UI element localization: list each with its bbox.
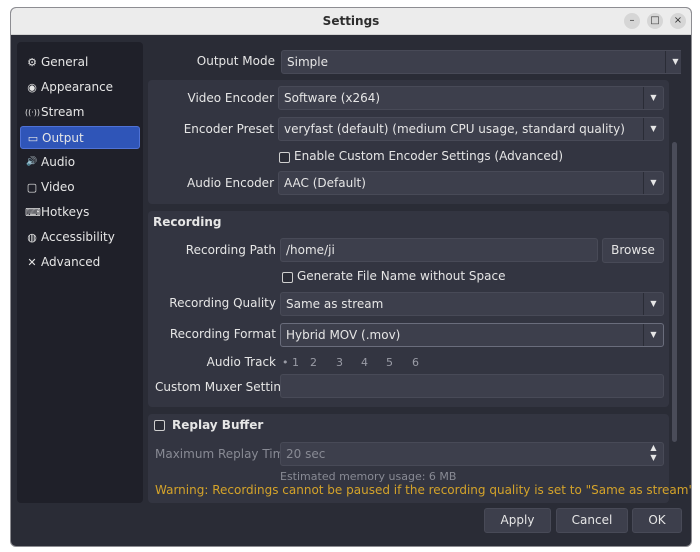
recording-path-value: /home/ji — [286, 243, 335, 257]
output-mode-select[interactable]: Simple ▼ — [281, 50, 681, 74]
generate-filename-checkbox[interactable] — [282, 272, 293, 283]
content-scrollbar[interactable] — [672, 142, 677, 442]
encoder-preset-value: veryfast (default) (medium CPU usage, st… — [284, 122, 625, 136]
encoder-preset-select[interactable]: veryfast (default) (medium CPU usage, st… — [278, 117, 664, 141]
recording-quality-select[interactable]: Same as stream ▼ — [280, 292, 664, 316]
video-encoder-value: Software (x264) — [284, 91, 381, 105]
recording-format-label: Recording Format — [169, 327, 276, 341]
audio-track-5[interactable]: 5 — [386, 355, 393, 371]
max-replay-time-spinbox[interactable]: 20 sec ▲ ▼ — [280, 442, 664, 466]
stream-icon: ((·)) — [25, 108, 41, 117]
recording-format-value: Hybrid MOV (.mov) — [286, 328, 401, 342]
audio-track-4[interactable]: 4 — [361, 355, 368, 371]
maximize-icon[interactable]: □ — [647, 13, 663, 29]
sidebar-item-label: Hotkeys — [41, 205, 90, 219]
audio-encoder-select[interactable]: AAC (Default) ▼ — [278, 171, 664, 195]
chevron-down-icon: ▼ — [665, 51, 681, 73]
audio-track-1[interactable]: • 1 — [282, 355, 299, 371]
estimated-memory-text: Estimated memory usage: 6 MB — [280, 470, 457, 483]
sidebar-item-label: Appearance — [41, 80, 114, 94]
recording-format-select[interactable]: Hybrid MOV (.mov) ▼ — [280, 323, 664, 347]
replay-buffer-checkbox[interactable] — [154, 420, 165, 431]
streaming-panel: Video Encoder Software (x264) ▼ Encoder … — [148, 80, 669, 204]
output-settings-content: Output Mode Simple ▼ Video Encoder Softw… — [148, 42, 681, 503]
audio-track-label-5: 5 — [386, 356, 393, 369]
audio-track-label-2: 2 — [310, 356, 317, 369]
keyboard-icon: ⌨ — [25, 206, 41, 219]
recording-panel: Recording Recording Path /home/ji Browse… — [148, 211, 669, 407]
encoder-preset-label: Encoder Preset — [183, 122, 274, 136]
monitor-icon: ▢ — [26, 181, 38, 194]
audio-track-label-3: 3 — [336, 356, 343, 369]
audio-track-group: • 1 2 3 4 5 6 — [282, 355, 442, 371]
accessibility-icon: ◍ — [27, 231, 37, 244]
sidebar-item-appearance[interactable]: ◉ Appearance — [20, 76, 140, 99]
custom-muxer-input[interactable] — [280, 374, 664, 398]
sidebar-item-audio[interactable]: 🔊 Audio — [20, 151, 140, 174]
custom-encoder-checkbox[interactable] — [279, 152, 290, 163]
audio-track-label: Audio Track — [206, 355, 276, 369]
ok-button[interactable]: OK — [632, 508, 682, 533]
chevron-down-icon: ▼ — [643, 87, 663, 109]
tools-icon: ✕ — [27, 256, 37, 269]
output-mode-label: Output Mode — [196, 54, 275, 68]
chevron-down-icon: ▼ — [643, 293, 663, 315]
output-mode-value: Simple — [287, 55, 328, 69]
sidebar-item-label: Output — [42, 131, 84, 145]
sidebar-item-accessibility[interactable]: ◍ Accessibility — [20, 226, 140, 249]
sidebar-item-label: Stream — [41, 105, 85, 119]
audio-track-3[interactable]: 3 — [336, 355, 343, 371]
close-icon[interactable]: × — [670, 13, 686, 29]
browse-button[interactable]: Browse — [602, 238, 664, 263]
audio-encoder-value: AAC (Default) — [284, 176, 366, 190]
recording-quality-value: Same as stream — [286, 297, 384, 311]
custom-muxer-label: Custom Muxer Settings — [155, 380, 295, 394]
appearance-icon: ◉ — [27, 81, 37, 94]
generate-filename-label: Generate File Name without Space — [297, 269, 506, 283]
warning-text: Warning: Recordings cannot be paused if … — [155, 483, 692, 497]
settings-sidebar: ⚙ General ◉ Appearance ((·)) Stream ▭ Ou… — [17, 42, 143, 503]
audio-encoder-label: Audio Encoder — [187, 176, 274, 190]
chevron-down-icon: ▼ — [643, 172, 663, 194]
output-icon: ▭ — [27, 132, 39, 145]
sidebar-item-label: Advanced — [41, 255, 101, 269]
sidebar-item-hotkeys[interactable]: ⌨ Hotkeys — [20, 201, 140, 224]
audio-track-6[interactable]: 6 — [412, 355, 419, 371]
video-encoder-select[interactable]: Software (x264) ▼ — [278, 86, 664, 110]
sidebar-item-video[interactable]: ▢ Video — [20, 176, 140, 199]
minimize-icon[interactable]: – — [624, 13, 640, 29]
max-replay-time-label: Maximum Replay Time — [155, 447, 292, 461]
window-title: Settings — [322, 14, 380, 28]
sidebar-item-general[interactable]: ⚙ General — [20, 51, 140, 74]
sidebar-item-label: Accessibility — [41, 230, 115, 244]
audio-track-label-1: 1 — [292, 356, 299, 369]
replay-buffer-title: Replay Buffer — [172, 418, 264, 432]
settings-window: Settings – □ × ⚙ General ◉ Appearance ((… — [10, 7, 692, 547]
chevron-down-icon: ▼ — [643, 324, 663, 346]
custom-encoder-label: Enable Custom Encoder Settings (Advanced… — [294, 149, 564, 163]
recording-path-label: Recording Path — [185, 243, 276, 257]
recording-path-input[interactable]: /home/ji — [280, 238, 598, 262]
sidebar-item-advanced[interactable]: ✕ Advanced — [20, 251, 140, 274]
apply-button[interactable]: Apply — [484, 508, 551, 533]
max-replay-time-value: 20 sec — [286, 447, 326, 461]
recording-quality-label: Recording Quality — [169, 296, 276, 310]
sidebar-item-label: Audio — [41, 155, 76, 169]
audio-track-label-6: 6 — [412, 356, 419, 369]
title-bar: Settings – □ × — [11, 8, 691, 35]
audio-track-2[interactable]: 2 — [310, 355, 317, 371]
speaker-icon: 🔊 — [26, 157, 38, 167]
recording-section-title: Recording — [153, 215, 222, 229]
sidebar-item-label: Video — [41, 180, 75, 194]
cancel-button[interactable]: Cancel — [556, 508, 628, 533]
spin-arrows-icon[interactable]: ▲ ▼ — [644, 443, 663, 465]
chevron-down-icon: ▼ — [643, 118, 663, 140]
video-encoder-label: Video Encoder — [187, 91, 275, 105]
sidebar-item-output[interactable]: ▭ Output — [20, 126, 140, 149]
gear-icon: ⚙ — [27, 56, 37, 69]
audio-track-label-4: 4 — [361, 356, 368, 369]
sidebar-item-stream[interactable]: ((·)) Stream — [20, 101, 140, 124]
sidebar-item-label: General — [41, 55, 89, 69]
